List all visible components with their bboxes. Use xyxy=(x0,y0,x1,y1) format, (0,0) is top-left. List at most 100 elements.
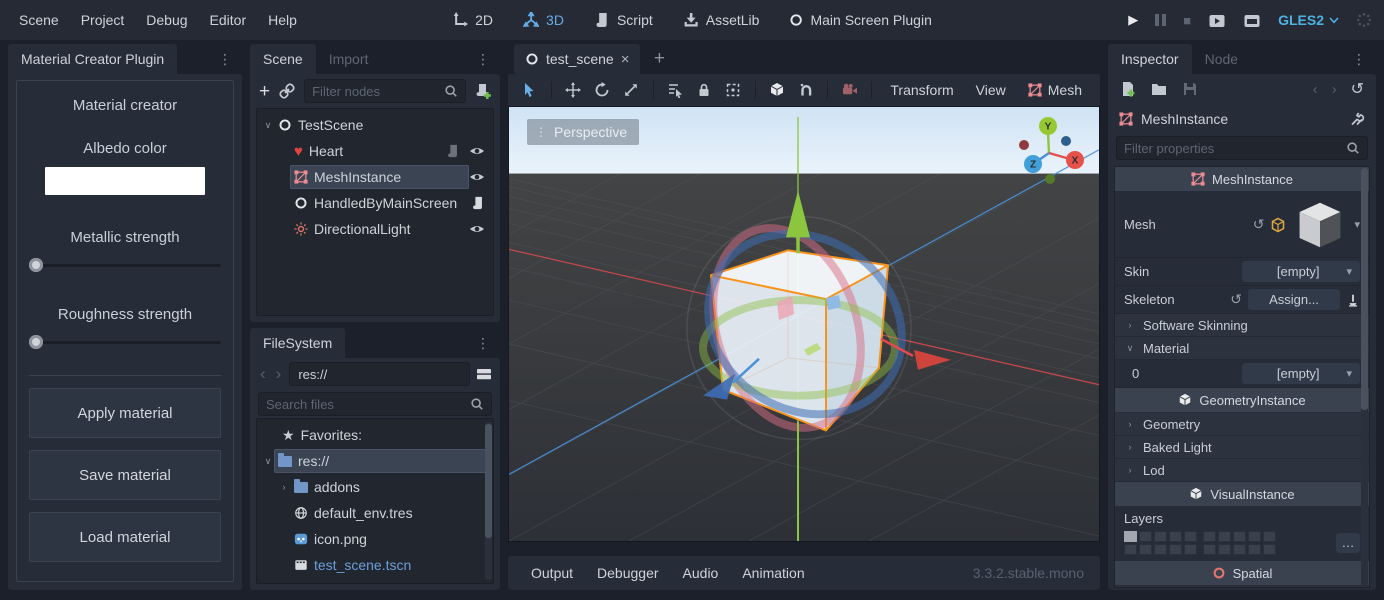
dock-menu-icon[interactable]: ⋮ xyxy=(466,44,500,74)
tab-scene[interactable]: Scene xyxy=(250,44,316,74)
tab-import[interactable]: Import xyxy=(316,44,382,74)
tree-row-meshinstance[interactable]: MeshInstance xyxy=(257,164,493,190)
albedo-color-picker[interactable] xyxy=(45,167,205,195)
selected-node[interactable]: MeshInstance xyxy=(290,165,469,189)
visibility-eye-icon[interactable] xyxy=(469,221,485,237)
category-material[interactable]: ∨ Material xyxy=(1115,337,1369,360)
mesh-menu[interactable]: Mesh xyxy=(1018,82,1092,98)
assign-skeleton-button[interactable]: Assign... xyxy=(1248,289,1340,310)
pick-node-icon[interactable] xyxy=(1346,293,1360,307)
new-scene-tab-button[interactable]: + xyxy=(644,44,674,74)
scrollbar[interactable] xyxy=(485,422,492,580)
tab-filesystem[interactable]: FileSystem xyxy=(250,328,345,358)
instance-scene-button[interactable] xyxy=(279,83,295,99)
skin-value-dropdown[interactable]: [empty] ▾ xyxy=(1242,261,1360,282)
play-button[interactable]: ▶ xyxy=(1128,12,1138,28)
nav-back-icon[interactable]: ‹ xyxy=(258,364,268,384)
category-software-skinning[interactable]: › Software Skinning xyxy=(1115,314,1369,337)
tree-row-directionallight[interactable]: DirectionalLight xyxy=(257,216,493,242)
play-scene-button[interactable] xyxy=(1208,11,1226,29)
tree-row-res-root[interactable]: ∨ res:// xyxy=(257,448,493,474)
animation-panel-button[interactable]: Animation xyxy=(731,565,815,581)
select-mode-button[interactable] xyxy=(516,78,543,102)
tree-row-default-env[interactable]: default_env.tres xyxy=(257,500,493,526)
workspace-main-screen-plugin[interactable]: Main Screen Plugin xyxy=(789,12,931,28)
3d-viewport[interactable]: ⋮ Perspective Y X Z xyxy=(508,106,1100,542)
transform-menu[interactable]: Transform xyxy=(880,82,963,98)
history-forward-icon[interactable]: › xyxy=(1332,81,1337,98)
snap-toggle-button[interactable] xyxy=(793,78,820,102)
menu-debug[interactable]: Debug xyxy=(135,0,198,40)
cube-mesh-resource-icon[interactable] xyxy=(1270,217,1286,233)
selected-folder[interactable]: res:// xyxy=(274,449,488,473)
layers-more-button[interactable]: … xyxy=(1336,533,1360,553)
load-material-button[interactable]: Load material xyxy=(29,512,221,562)
debugger-panel-button[interactable]: Debugger xyxy=(586,565,670,581)
orientation-gizmo[interactable]: Y X Z xyxy=(1005,111,1093,189)
script-icon[interactable] xyxy=(446,144,460,158)
visibility-eye-icon[interactable] xyxy=(469,169,485,185)
menu-editor[interactable]: Editor xyxy=(199,0,258,40)
group-selected-button[interactable] xyxy=(720,78,747,102)
visibility-eye-icon[interactable] xyxy=(469,143,485,159)
slider-knob[interactable] xyxy=(29,335,43,349)
stop-button[interactable]: ■ xyxy=(1183,13,1191,28)
tree-row-icon-png[interactable]: icon.png xyxy=(257,526,493,552)
local-space-button[interactable] xyxy=(764,78,791,102)
workspace-assetlib[interactable]: AssetLib xyxy=(683,12,760,28)
revert-icon[interactable]: ↺ xyxy=(1230,291,1242,308)
category-baked-light[interactable]: › Baked Light xyxy=(1115,436,1369,459)
new-resource-icon[interactable] xyxy=(1120,81,1136,97)
filter-properties-input[interactable] xyxy=(1124,141,1341,156)
roughness-strength-slider[interactable] xyxy=(29,335,221,349)
split-mode-button[interactable] xyxy=(476,366,492,382)
slider-knob[interactable] xyxy=(29,258,43,272)
view-menu[interactable]: View xyxy=(966,82,1016,98)
dock-menu-icon[interactable]: ⋮ xyxy=(466,328,500,358)
extra-tools-button[interactable] xyxy=(1349,111,1365,127)
output-panel-button[interactable]: Output xyxy=(520,565,584,581)
object-history-icon[interactable]: ↺ xyxy=(1351,79,1364,99)
tree-row-favorites[interactable]: ★ Favorites: xyxy=(257,422,493,448)
current-path-input[interactable] xyxy=(298,367,461,382)
scrollbar-thumb[interactable] xyxy=(485,424,492,538)
dock-menu-icon[interactable]: ⋮ xyxy=(1342,44,1376,74)
workspace-script[interactable]: Script xyxy=(594,12,653,28)
revert-icon[interactable]: ↺ xyxy=(1253,216,1265,233)
pause-button[interactable] xyxy=(1155,14,1166,26)
tree-row-testscene[interactable]: ∨ TestScene xyxy=(257,112,493,138)
mesh-preview[interactable] xyxy=(1292,198,1348,252)
material-0-dropdown[interactable]: [empty] ▾ xyxy=(1242,363,1360,384)
tree-row-handledbymainscreen[interactable]: HandledByMainScreen xyxy=(257,190,493,216)
category-lod[interactable]: › Lod xyxy=(1115,459,1369,482)
workspace-3d[interactable]: 3D xyxy=(523,12,564,28)
history-back-icon[interactable]: ‹ xyxy=(1313,81,1318,98)
renderer-dropdown[interactable]: GLES2 xyxy=(1278,12,1339,28)
category-transform[interactable]: › Transform xyxy=(1115,586,1369,588)
filter-nodes-input[interactable] xyxy=(312,84,439,99)
tab-material-creator-plugin[interactable]: Material Creator Plugin xyxy=(8,44,177,74)
collapse-icon[interactable]: ∨ xyxy=(262,456,274,467)
dock-menu-icon[interactable]: ⋮ xyxy=(208,44,242,74)
add-node-button[interactable]: + xyxy=(259,82,270,101)
inspector-scrollbar[interactable] xyxy=(1361,168,1368,586)
tab-node[interactable]: Node xyxy=(1192,44,1251,74)
play-custom-scene-button[interactable] xyxy=(1243,11,1261,29)
workspace-2d[interactable]: 2D xyxy=(452,12,493,28)
rotate-mode-button[interactable] xyxy=(589,78,616,102)
layers-checkbox-grid[interactable] xyxy=(1124,531,1276,555)
script-icon[interactable] xyxy=(471,196,485,210)
search-files-input[interactable] xyxy=(266,397,465,412)
tree-row-addons[interactable]: › addons xyxy=(257,474,493,500)
lock-selected-button[interactable] xyxy=(691,78,718,102)
close-tab-icon[interactable]: × xyxy=(621,51,630,68)
collapse-icon[interactable]: ∨ xyxy=(262,120,274,131)
list-select-button[interactable] xyxy=(662,78,689,102)
scene-tab-test-scene[interactable]: test_scene × xyxy=(514,44,640,74)
save-material-button[interactable]: Save material xyxy=(29,450,221,500)
nav-forward-icon[interactable]: › xyxy=(274,364,284,384)
tree-row-heart[interactable]: ♥ Heart xyxy=(257,138,493,164)
attach-script-button[interactable] xyxy=(475,83,491,99)
category-geometry[interactable]: › Geometry xyxy=(1115,413,1369,436)
perspective-menu-button[interactable]: ⋮ Perspective xyxy=(527,119,639,145)
